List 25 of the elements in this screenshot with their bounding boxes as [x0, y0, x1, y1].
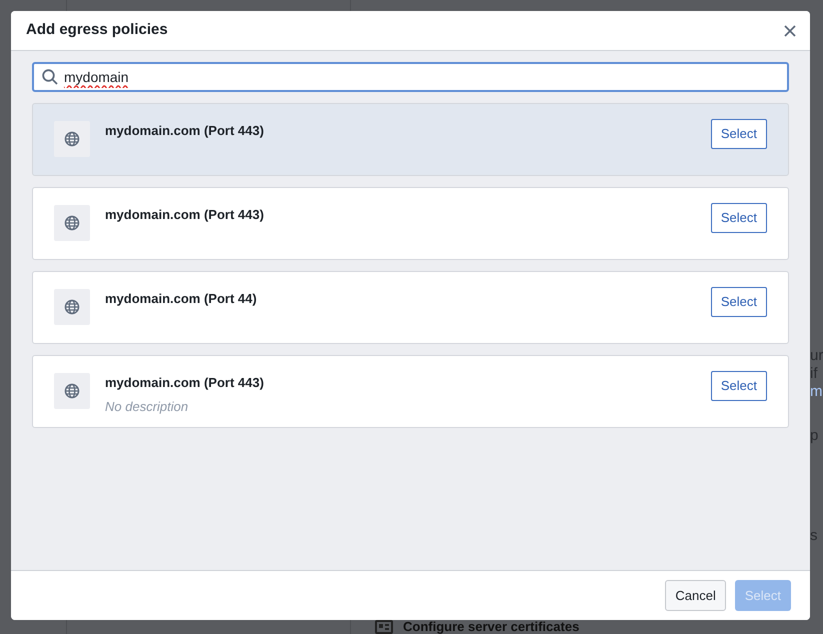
- result-card[interactable]: mydomain.com (Port 443) Select: [32, 103, 789, 176]
- link-fragment[interactable]: m: [810, 383, 823, 401]
- policy-description: No description: [105, 398, 190, 416]
- search-field[interactable]: mydomain: [32, 62, 789, 92]
- globe-icon: [54, 205, 90, 241]
- policy-name: mydomain.com (Port 443): [105, 374, 265, 392]
- globe-icon: [54, 289, 90, 325]
- result-card[interactable]: mydomain.com (Port 44) Select: [32, 271, 789, 344]
- select-button[interactable]: Select: [710, 203, 767, 233]
- search-icon: [42, 69, 58, 85]
- cancel-button[interactable]: Cancel: [665, 580, 726, 612]
- certificate-icon: [375, 620, 393, 634]
- policy-name: mydomain.com (Port 443): [105, 206, 265, 224]
- search-input[interactable]: mydomain: [64, 66, 779, 88]
- policy-name: mydomain.com (Port 443): [105, 122, 265, 140]
- select-button[interactable]: Select: [710, 119, 767, 149]
- select-button[interactable]: Select: [710, 287, 767, 317]
- globe-icon: [54, 121, 90, 157]
- globe-icon: [54, 373, 90, 409]
- result-card[interactable]: mydomain.com (Port 443) Select: [32, 187, 789, 260]
- select-button[interactable]: Select: [710, 371, 767, 401]
- dialog-title: Add egress policies: [26, 20, 168, 40]
- close-button[interactable]: [782, 22, 798, 38]
- result-card[interactable]: mydomain.com (Port 443) No description Select: [32, 355, 789, 428]
- policy-name: mydomain.com (Port 44): [105, 290, 258, 308]
